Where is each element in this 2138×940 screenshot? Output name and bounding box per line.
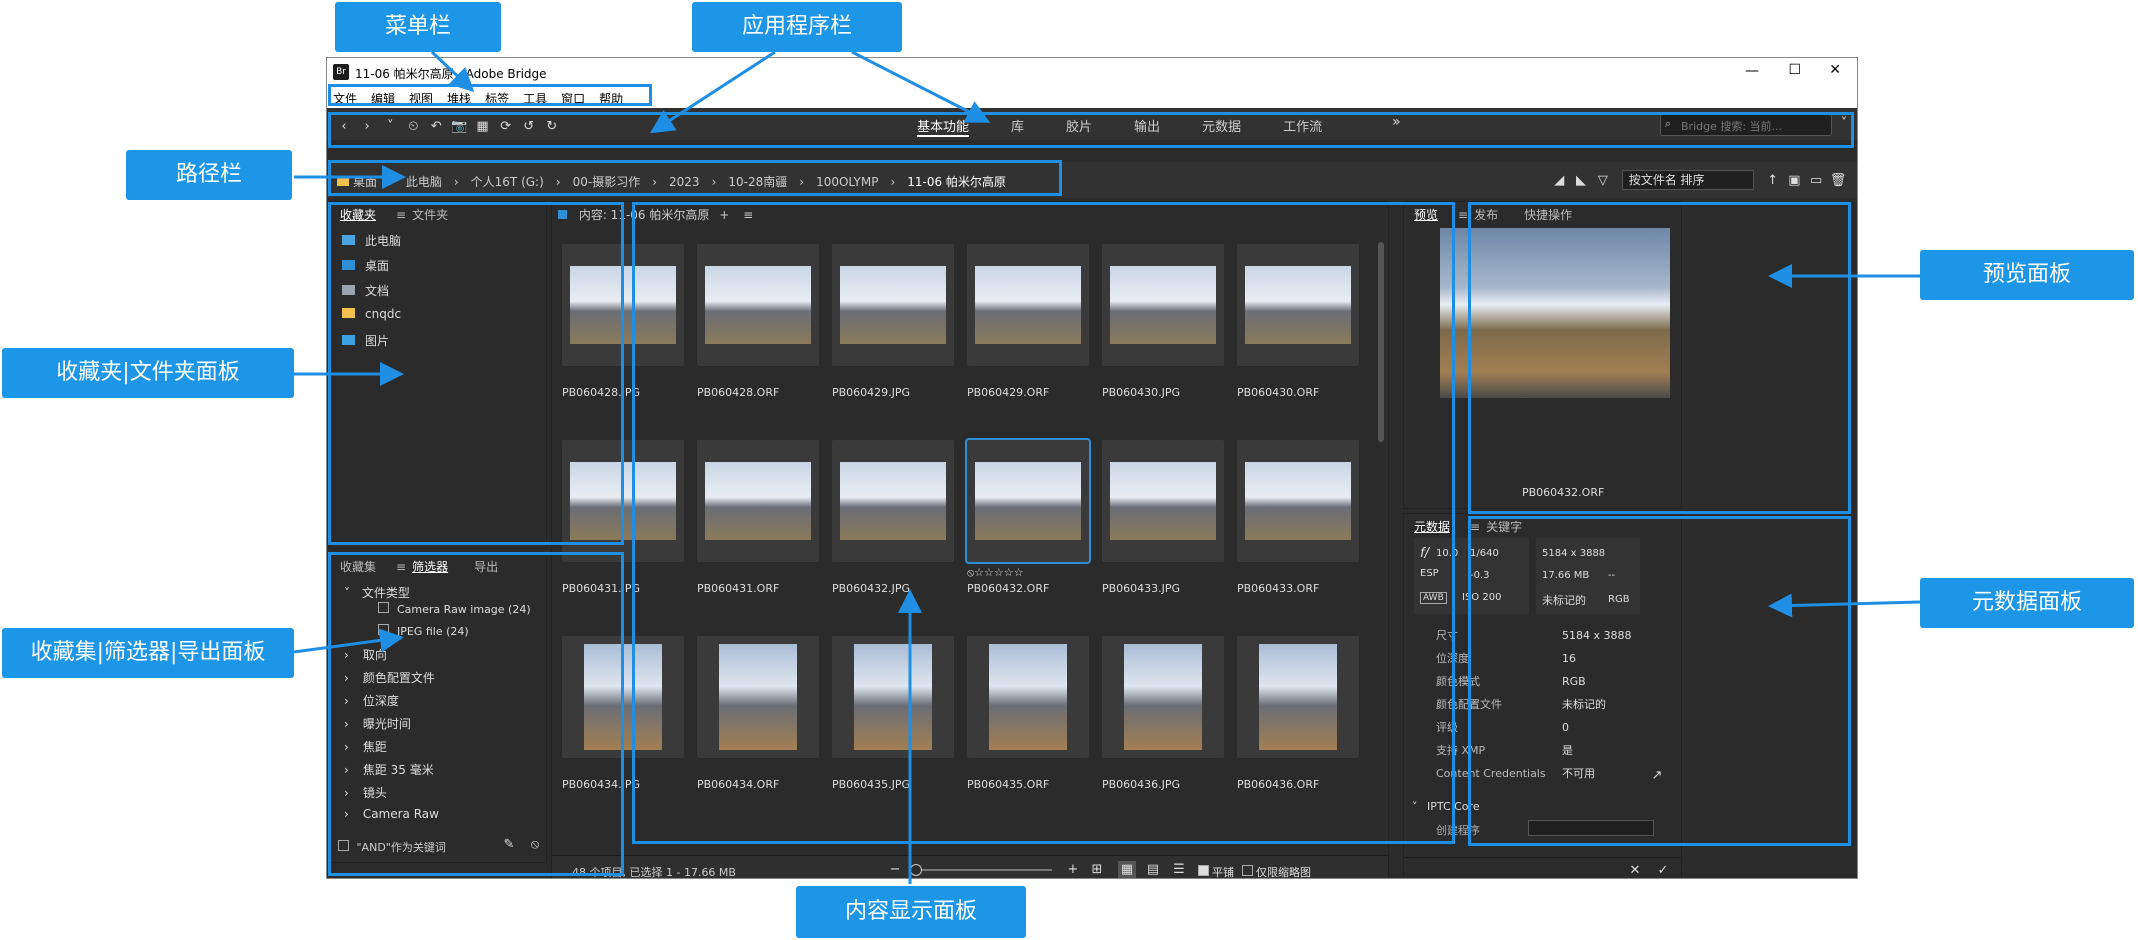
- callout-content: 内容显示面板: [796, 886, 1026, 938]
- appbar-arrow-1: [649, 50, 776, 134]
- callout-appbar: 应用程序栏: [692, 2, 902, 52]
- filter-arrow: [293, 628, 404, 654]
- annotation-arrows: [293, 50, 1921, 884]
- callout-metadata: 元数据面板: [1920, 578, 2134, 628]
- appbar-arrow-2: [851, 50, 991, 123]
- callout-pathbar: 路径栏: [126, 150, 292, 200]
- menubar-arrow: [430, 50, 475, 93]
- metadata-arrow: [1768, 593, 1921, 618]
- callout-favorites: 收藏夹|文件夹面板: [2, 348, 294, 398]
- callout-filter: 收藏集|筛选器|导出面板: [2, 628, 294, 678]
- callout-preview: 预览面板: [1920, 250, 2134, 300]
- callout-menubar: 菜单栏: [335, 2, 501, 52]
